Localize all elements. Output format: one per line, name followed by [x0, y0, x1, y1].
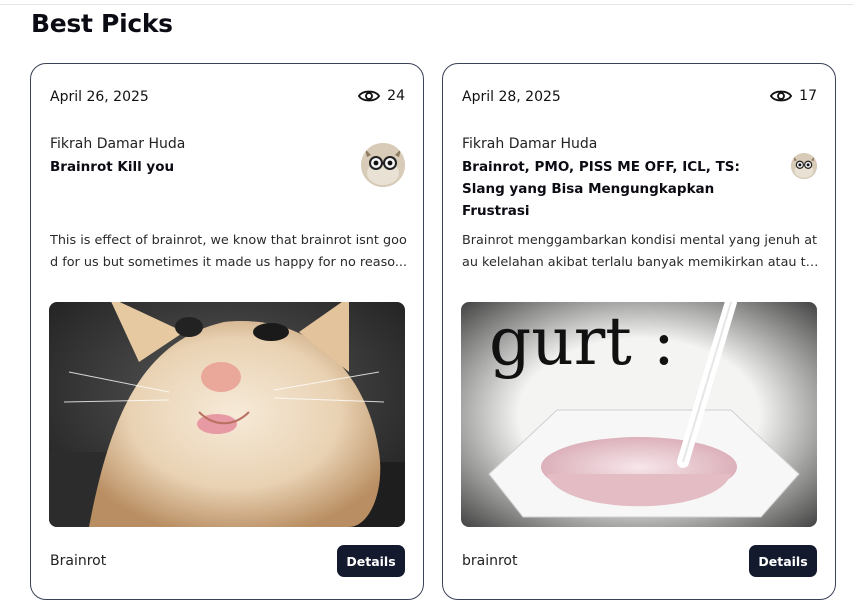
- eye-icon: [358, 90, 381, 102]
- post-image[interactable]: gurt :: [461, 302, 817, 527]
- post-title[interactable]: Brainrot, PMO, PISS ME OFF, ICL, TS: Sla…: [462, 156, 777, 222]
- excerpt-line-1: This is effect of brainrot, we know that…: [50, 233, 407, 248]
- excerpt-line-1: Brainrot menggambarkan kondisi mental ya…: [462, 233, 818, 248]
- view-count-value: 24: [387, 88, 405, 104]
- excerpt-line-2: au kelelahan akibat terlalu banyak memik…: [462, 255, 820, 270]
- post-tag[interactable]: brainrot: [462, 553, 518, 569]
- post-card[interactable]: April 26, 2025 24 Fikrah Damar Huda Brai…: [30, 63, 424, 600]
- author-avatar: [791, 153, 817, 179]
- view-count: 17: [770, 88, 817, 104]
- post-date: April 28, 2025: [462, 89, 561, 105]
- author-avatar: [361, 143, 405, 187]
- post-excerpt: This is effect of brainrot, we know that…: [50, 230, 408, 274]
- section-title: Best Picks: [31, 9, 173, 38]
- post-title[interactable]: Brainrot Kill you: [50, 156, 365, 178]
- eye-icon: [770, 90, 793, 102]
- view-count: 24: [358, 88, 405, 104]
- post-card[interactable]: April 28, 2025 17 Fikrah Damar Huda Brai…: [442, 63, 836, 600]
- cat-meme-image: [49, 302, 405, 527]
- image-caption: gurt :: [489, 303, 675, 380]
- details-button[interactable]: Details: [337, 545, 405, 577]
- post-tag[interactable]: Brainrot: [50, 553, 106, 569]
- post-date: April 26, 2025: [50, 89, 149, 105]
- post-image[interactable]: [49, 302, 405, 527]
- view-count-value: 17: [799, 88, 817, 104]
- details-button[interactable]: Details: [749, 545, 817, 577]
- post-author: Fikrah Damar Huda: [50, 136, 186, 152]
- excerpt-line-2: d for us but sometimes it made us happy …: [50, 255, 408, 270]
- post-excerpt: Brainrot menggambarkan kondisi mental ya…: [462, 230, 820, 274]
- top-divider: [0, 4, 854, 5]
- post-author: Fikrah Damar Huda: [462, 136, 598, 152]
- yogurt-meme-image: gurt :: [461, 302, 817, 527]
